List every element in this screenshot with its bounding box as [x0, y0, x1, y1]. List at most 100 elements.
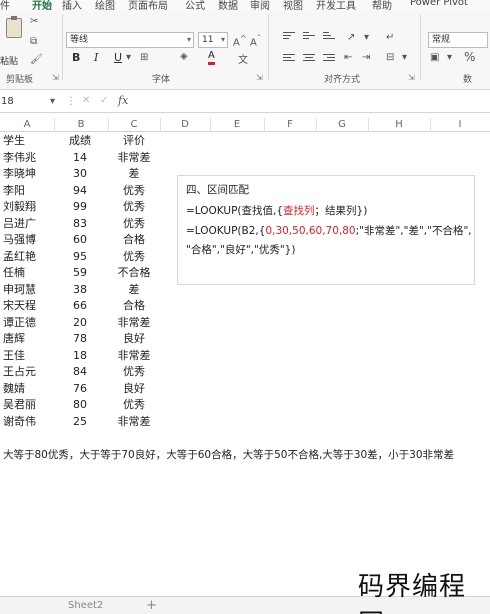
copy-icon[interactable]: ⧉ [30, 36, 37, 47]
table-cell[interactable]: 优秀 [108, 249, 160, 264]
number-format-select[interactable]: 常规 [428, 32, 488, 48]
table-cell[interactable]: 95 [54, 249, 106, 264]
menu-item[interactable]: 开始 [32, 0, 52, 10]
table-cell[interactable]: 优秀 [108, 183, 160, 198]
decrease-indent-icon[interactable]: ⇤ [344, 52, 352, 63]
table-cell[interactable]: 60 [54, 232, 106, 247]
percent-style-button[interactable]: % [464, 50, 475, 64]
menu-item[interactable]: Power Pivot [410, 0, 468, 8]
table-cell[interactable]: 25 [54, 414, 106, 429]
align-center-icon[interactable] [303, 54, 315, 64]
align-bottom-icon[interactable] [323, 32, 335, 42]
accounting-format-icon[interactable]: ▣ [430, 52, 439, 63]
column-header-e[interactable]: E [210, 118, 264, 132]
menu-item[interactable]: 插入 [62, 0, 82, 10]
table-cell[interactable]: 差 [108, 166, 160, 181]
table-cell[interactable]: 83 [54, 216, 106, 231]
table-cell[interactable]: 唐辉 [3, 331, 25, 346]
orientation-dropdown-icon[interactable]: ▾ [364, 32, 369, 43]
sheet-tab[interactable]: Sheet2 [68, 600, 103, 611]
table-cell[interactable]: 任楠 [3, 265, 25, 280]
table-cell[interactable]: 80 [54, 397, 106, 412]
underline-dropdown-icon[interactable]: ▾ [126, 52, 131, 63]
table-cell[interactable]: 谭正德 [3, 315, 36, 330]
table-cell[interactable]: 76 [54, 381, 106, 396]
table-cell[interactable]: 吕进广 [3, 216, 36, 231]
table-cell[interactable]: 不合格 [108, 265, 160, 280]
table-cell[interactable]: 刘毅翔 [3, 199, 36, 214]
table-cell[interactable]: 94 [54, 183, 106, 198]
shrink-font-icon[interactable]: Aˇ [250, 33, 261, 48]
column-header-h[interactable]: H [368, 118, 430, 132]
font-size-select[interactable]: 11 ▾ [198, 32, 228, 48]
add-sheet-icon[interactable]: + [146, 598, 157, 613]
name-box-dropdown-icon[interactable]: ▾ [50, 96, 55, 107]
table-cell[interactable]: 良好 [108, 381, 160, 396]
table-cell[interactable]: 20 [54, 315, 106, 330]
table-cell[interactable]: 14 [54, 150, 106, 165]
table-cell[interactable]: 吴君丽 [3, 397, 36, 412]
orientation-icon[interactable]: ↗ [347, 32, 355, 43]
insert-function-button[interactable]: fx [118, 94, 128, 107]
table-cell[interactable]: 优秀 [108, 364, 160, 379]
table-cell[interactable]: 差 [108, 282, 160, 297]
align-right-icon[interactable] [323, 54, 335, 64]
menu-item[interactable]: 绘图 [95, 0, 115, 10]
table-cell[interactable]: 78 [54, 331, 106, 346]
align-top-icon[interactable] [283, 32, 295, 42]
table-cell[interactable]: 优秀 [108, 199, 160, 214]
table-cell[interactable]: 30 [54, 166, 106, 181]
table-cell[interactable]: 王占元 [3, 364, 36, 379]
fill-color-icon[interactable]: ◈ [180, 51, 188, 62]
table-cell[interactable]: 18 [54, 348, 106, 363]
table-cell[interactable]: 李伟兆 [3, 150, 36, 165]
menu-item[interactable]: 页面布局 [128, 0, 168, 10]
table-cell[interactable]: 魏婧 [3, 381, 25, 396]
table-cell[interactable]: 良好 [108, 331, 160, 346]
align-middle-icon[interactable] [303, 32, 315, 42]
alignment-launcher-icon[interactable]: ⇲ [408, 73, 415, 82]
font-color-icon[interactable]: A [208, 50, 215, 65]
table-cell[interactable]: 宋天程 [3, 298, 36, 313]
column-header-b[interactable]: B [54, 118, 108, 132]
column-header-g[interactable]: G [316, 118, 368, 132]
menu-item[interactable]: 数据 [218, 0, 238, 10]
italic-button[interactable]: I [94, 50, 98, 66]
menu-item[interactable]: 件 [0, 0, 10, 10]
column-header-a[interactable]: A [0, 118, 54, 132]
table-cell[interactable]: 申珂慧 [3, 282, 36, 297]
merge-center-icon[interactable]: ⊟ [386, 52, 394, 63]
column-header-i[interactable]: I [430, 118, 490, 132]
table-cell[interactable]: 非常差 [108, 315, 160, 330]
more-options-icon[interactable]: ⋮ [66, 96, 76, 107]
table-cell[interactable]: 合格 [108, 232, 160, 247]
merge-dropdown-icon[interactable]: ▾ [402, 52, 407, 63]
header-cell[interactable]: 成绩 [54, 133, 106, 148]
column-header-c[interactable]: C [108, 118, 160, 132]
column-header-d[interactable]: D [160, 118, 210, 132]
header-cell[interactable]: 评价 [108, 133, 160, 148]
cut-icon[interactable]: ✂ [30, 16, 38, 27]
clipboard-launcher-icon[interactable]: ⇲ [52, 73, 59, 82]
table-cell[interactable]: 59 [54, 265, 106, 280]
bold-button[interactable]: B [72, 50, 80, 66]
format-painter-icon[interactable]: 🖌 [30, 54, 43, 65]
enter-icon[interactable]: ✓ [100, 95, 108, 106]
table-cell[interactable]: 李阳 [3, 183, 25, 198]
table-cell[interactable]: 99 [54, 199, 106, 214]
cancel-icon[interactable]: ✕ [82, 95, 90, 106]
grow-font-icon[interactable]: A^ [233, 33, 247, 48]
header-cell[interactable]: 学生 [3, 133, 25, 148]
table-cell[interactable]: 非常差 [108, 150, 160, 165]
menu-item[interactable]: 公式 [185, 0, 205, 10]
borders-icon[interactable]: ⊞ [140, 52, 148, 63]
column-header-f[interactable]: F [264, 118, 316, 132]
table-cell[interactable]: 非常差 [108, 348, 160, 363]
menu-item[interactable]: 开发工具 [316, 0, 356, 10]
font-launcher-icon[interactable]: ⇲ [256, 73, 263, 82]
menu-item[interactable]: 审阅 [250, 0, 270, 10]
table-cell[interactable]: 孟红艳 [3, 249, 36, 264]
table-cell[interactable]: 马强博 [3, 232, 36, 247]
accounting-dropdown-icon[interactable]: ▾ [447, 52, 452, 63]
table-cell[interactable]: 合格 [108, 298, 160, 313]
